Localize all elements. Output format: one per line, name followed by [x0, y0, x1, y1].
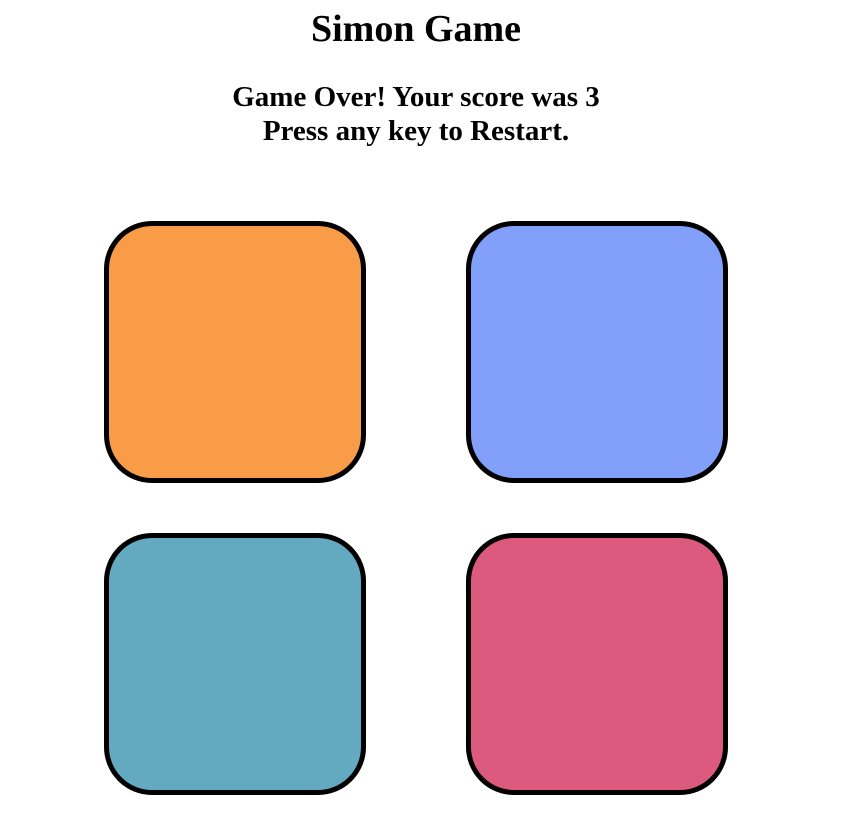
- restart-instruction: Press any key to Restart.: [262, 115, 570, 147]
- game-over-message: Game Over! Your score was 3: [232, 81, 600, 113]
- pad-teal[interactable]: [104, 533, 366, 795]
- pad-pink[interactable]: [466, 533, 728, 795]
- pad-blue[interactable]: [466, 221, 728, 483]
- game-status: Game Over! Your score was 3 Press any ke…: [0, 80, 832, 148]
- game-title: Simon Game: [310, 8, 522, 50]
- pad-orange[interactable]: [104, 221, 366, 483]
